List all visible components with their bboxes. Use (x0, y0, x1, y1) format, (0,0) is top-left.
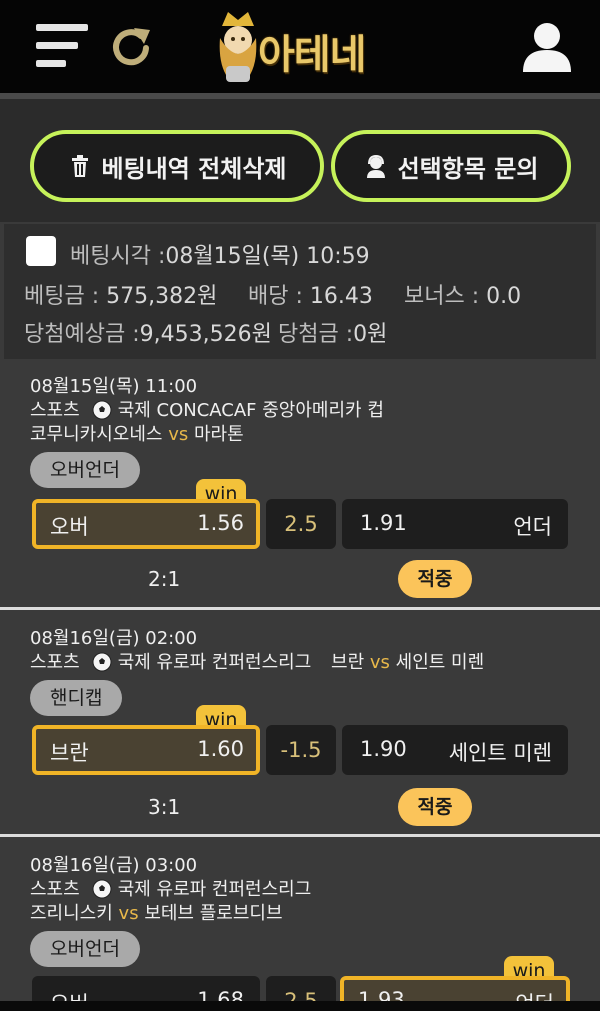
support-agent-icon (366, 154, 385, 178)
odds-line[interactable]: 2.5 (266, 499, 336, 549)
odds-left-label: 브란 (50, 741, 89, 765)
delete-all-label: 베팅내역 전체삭제 (101, 154, 287, 183)
bet-item: 08월16일(금) 02:00 스포츠 국제 유로파 컨퍼런스리그 브란 vs 세… (0, 616, 600, 836)
match-score: 3:1 (148, 795, 181, 819)
bet-league-row: 스포츠 국제 CONCACAF 중앙아메리카 컵 (30, 396, 384, 422)
bet-amount-label: 베팅금 : (24, 284, 100, 309)
won-amount-value: 0원 (353, 322, 388, 347)
odds-left-label: 오버 (50, 988, 89, 1001)
odds-left-value: 1.56 (197, 511, 244, 535)
won-amount-label: 당첨금 : (278, 322, 354, 347)
odds-left-value: 1.68 (197, 988, 244, 1001)
bet-time-value: 08월15일(목) 10:59 (165, 244, 370, 269)
bet-league-row: 스포츠 국제 유로파 컨퍼런스리그 브란 vs 세인트 미렌 (30, 648, 484, 674)
vs-label: vs (118, 903, 139, 924)
bet-datetime: 08월16일(금) 03:00 (30, 855, 198, 876)
bet-time-label: 베팅시각 : (70, 244, 166, 269)
bonus-row: 보너스 : 0.0 (404, 278, 521, 310)
inquiry-label: 선택항목 문의 (397, 154, 539, 183)
odds-line[interactable]: -1.5 (266, 725, 336, 775)
odds-right-selected[interactable]: 1.93 언더 (340, 976, 570, 1001)
odds-right[interactable]: 1.90 세인트 미렌 (342, 725, 568, 775)
bet-category: 스포츠 (30, 652, 80, 673)
odds-value: 16.43 (309, 284, 373, 309)
bet-league: 국제 유로파 컨퍼런스리그 (117, 652, 312, 673)
bet-amount-row: 베팅금 : 575,382원 (24, 278, 217, 310)
bet-summary: 베팅시각 :08월15일(목) 10:59 베팅금 : 575,382원 배당 … (4, 224, 596, 359)
vs-label: vs (369, 652, 390, 673)
soccer-ball-icon (92, 879, 112, 899)
bet-league: 국제 CONCACAF 중앙아메리카 컵 (117, 400, 384, 421)
bet-datetime: 08월16일(금) 02:00 (30, 628, 198, 649)
odds-left-value: 1.60 (197, 737, 244, 761)
soccer-ball-icon (92, 652, 112, 672)
away-team: 보테브 플로브디브 (144, 903, 283, 924)
away-team: 세인트 미렌 (395, 652, 485, 673)
bet-league: 국제 유로파 컨퍼런스리그 (117, 879, 312, 900)
bet-time-row: 베팅시각 :08월15일(목) 10:59 (70, 238, 370, 270)
odds-right-label: 언더 (513, 515, 552, 539)
bet-league-row: 스포츠 국제 유로파 컨퍼런스리그 (30, 875, 311, 901)
result-badge: 적중 (398, 560, 472, 598)
bet-divider (0, 607, 600, 610)
site-logo[interactable]: 아테네 (208, 8, 398, 86)
bonus-value: 0.0 (486, 284, 522, 309)
select-checkbox[interactable] (26, 236, 56, 266)
odds-right-label: 세인트 미렌 (448, 741, 552, 765)
bet-datetime: 08월15일(목) 11:00 (30, 376, 198, 397)
odds-left-selected[interactable]: 브란 1.60 (32, 725, 260, 775)
odds-line[interactable]: 2.5 (266, 976, 336, 1001)
bet-category: 스포츠 (30, 400, 80, 421)
market-tag: 핸디캡 (30, 680, 123, 716)
odds-left[interactable]: 오버 1.68 (32, 976, 260, 1001)
trash-icon (71, 155, 88, 177)
home-team: 코무니카시오네스 (30, 424, 163, 445)
odds-left-selected[interactable]: 오버 1.56 (32, 499, 260, 549)
home-team: 즈리니스키 (30, 903, 113, 924)
result-badge: 적중 (398, 788, 472, 826)
won-amount-row: 당첨금 :0원 (278, 316, 387, 348)
odds-label: 배당 : (248, 284, 303, 309)
bonus-label: 보너스 : (404, 284, 480, 309)
refresh-icon[interactable] (108, 24, 156, 70)
inquiry-selected-button[interactable]: 선택항목 문의 (331, 130, 571, 202)
vs-label: vs (168, 424, 189, 445)
bet-amount-value: 575,382원 (106, 284, 218, 309)
expected-win-row: 당첨예상금 :9,453,526원 (24, 316, 272, 348)
odds-right-value: 1.93 (358, 988, 405, 1001)
odds-right[interactable]: 1.91 언더 (342, 499, 568, 549)
away-team: 마라톤 (193, 424, 244, 445)
odds-right-label: 언더 (515, 988, 554, 1001)
home-team: 브란 (331, 652, 365, 673)
bet-teams-row: 코무니카시오네스 vs 마라톤 (30, 420, 244, 446)
top-bar: 아테네 (0, 0, 600, 93)
bet-item: 08월16일(금) 03:00 스포츠 국제 유로파 컨퍼런스리그 즈리니스키 v… (0, 843, 600, 1001)
soccer-ball-icon (92, 400, 112, 420)
expected-win-value: 9,453,526원 (139, 322, 272, 347)
menu-icon[interactable] (36, 24, 88, 68)
market-tag: 오버언더 (30, 452, 140, 488)
bet-teams-row: 즈리니스키 vs 보테브 플로브디브 (30, 899, 283, 925)
delete-all-bets-button[interactable]: 베팅내역 전체삭제 (30, 130, 324, 202)
user-icon[interactable] (520, 20, 574, 74)
odds-right-value: 1.90 (360, 737, 407, 761)
market-tag: 오버언더 (30, 931, 140, 967)
logo-text: 아테네 (258, 32, 366, 78)
bottom-edge (0, 1001, 600, 1011)
odds-row: 배당 : 16.43 (248, 278, 373, 310)
bet-item: 08월15일(목) 11:00 스포츠 국제 CONCACAF 중앙아메리카 컵 … (0, 366, 600, 606)
match-score: 2:1 (148, 567, 181, 591)
action-bar: 베팅내역 전체삭제 선택항목 문의 (0, 93, 600, 222)
bet-divider (0, 834, 600, 837)
odds-right-value: 1.91 (360, 511, 407, 535)
odds-left-label: 오버 (50, 515, 89, 539)
bet-category: 스포츠 (30, 879, 80, 900)
expected-win-label: 당첨예상금 : (24, 322, 140, 347)
